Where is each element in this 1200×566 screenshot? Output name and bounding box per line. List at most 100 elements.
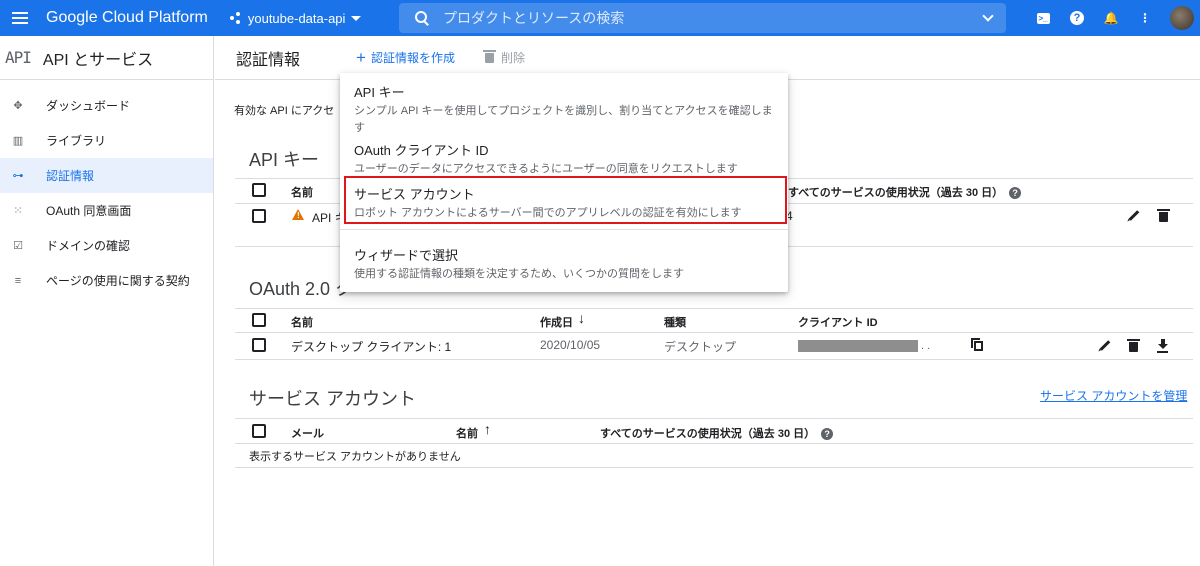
- row-checkbox[interactable]: [252, 338, 266, 352]
- menu-item-title: API キー: [354, 85, 405, 100]
- intro-text: 有効な API にアクセ: [234, 105, 335, 117]
- sidebar-item-credentials[interactable]: ⊶ 認証情報: [0, 158, 213, 193]
- sidebar-header: API API とサービス: [0, 36, 213, 80]
- col-created[interactable]: 作成日: [540, 314, 573, 330]
- trash-icon: [482, 49, 496, 63]
- library-icon: ▥: [12, 135, 24, 147]
- brand-title[interactable]: Google Cloud Platform: [46, 9, 208, 27]
- download-icon-base: [1157, 351, 1168, 353]
- sidebar-item-library[interactable]: ▥ ライブラリ: [0, 123, 213, 158]
- search-input[interactable]: [443, 10, 963, 26]
- menu-item-desc: 使用する認証情報の種類を決定するため、いくつかの質問をします: [354, 268, 684, 280]
- select-all-checkbox[interactable]: [252, 183, 266, 197]
- search-icon: [415, 11, 429, 25]
- col-usage: すべてのサービスの使用状況（過去 30 日）?: [788, 184, 1022, 200]
- divider: [235, 467, 1193, 468]
- edit-icon[interactable]: [1099, 340, 1111, 351]
- top-bar: Google Cloud Platform youtube-data-api >…: [0, 0, 1200, 36]
- sidebar-item-page-usage-agreements[interactable]: ≡ ページの使用に関する契約: [0, 263, 213, 298]
- menu-item-oauth-client-id[interactable]: OAuth クライアント ID ユーザーのデータにアクセスできるようにユーザーの…: [354, 140, 738, 178]
- sidebar-item-oauth-consent[interactable]: ⁙ OAuth 同意画面: [0, 193, 213, 228]
- avatar[interactable]: [1170, 6, 1194, 30]
- menu-item-api-key[interactable]: API キー シンプル API キーを使用してプロジェクトを識別し、割り当てとア…: [354, 82, 780, 137]
- help-icon[interactable]: ?: [1060, 0, 1094, 36]
- sidebar-item-domain-verification[interactable]: ☑ ドメインの確認: [0, 228, 213, 263]
- plus-icon: +: [356, 47, 366, 67]
- service-accounts-title: サービス アカウント: [249, 389, 417, 409]
- help-icon[interactable]: ?: [1009, 187, 1022, 200]
- col-usage-label: すべてのサービスの使用状況（過去 30 日）: [600, 428, 816, 440]
- notifications-icon[interactable]: 🔔: [1094, 0, 1128, 36]
- sidebar-item-label: ドメインの確認: [46, 239, 131, 253]
- oauth-client-name[interactable]: デスクトップ クライアント: 1: [291, 338, 451, 355]
- cloud-shell-icon[interactable]: >_: [1026, 0, 1060, 36]
- project-icon: [229, 12, 242, 24]
- search-bar[interactable]: [399, 3, 1006, 33]
- delete-icon[interactable]: [1157, 209, 1170, 222]
- more-vert-icon[interactable]: ⋮: [1128, 0, 1162, 36]
- col-type: 種類: [664, 317, 686, 329]
- divider: [235, 332, 1193, 333]
- empty-message: 表示するサービス アカウントがありません: [249, 451, 461, 463]
- checkbox-icon: ☑: [13, 240, 23, 252]
- project-name: youtube-data-api: [247, 10, 346, 26]
- menu-item-desc: シンプル API キーを使用してプロジェクトを識別し、割り当てとアクセスを確認し…: [354, 105, 773, 134]
- dashboard-icon: ✥: [13, 100, 23, 112]
- col-name: 名前: [291, 317, 313, 329]
- divider: [235, 418, 1193, 419]
- project-selector[interactable]: youtube-data-api: [229, 10, 362, 26]
- col-name[interactable]: 名前: [456, 425, 478, 441]
- oauth-type: デスクトップ: [664, 340, 737, 354]
- delete-icon[interactable]: [1127, 339, 1140, 352]
- col-name: 名前: [291, 187, 313, 199]
- help-icon[interactable]: ?: [821, 428, 834, 441]
- sidebar-item-label: ダッシュボード: [46, 99, 131, 113]
- col-email: メール: [291, 428, 324, 440]
- client-id-redacted: [798, 340, 918, 352]
- caret-down-icon: [351, 15, 362, 21]
- sort-down-icon[interactable]: ↓: [578, 310, 585, 326]
- chevron-down-icon[interactable]: [982, 10, 994, 22]
- delete-label: 削除: [500, 51, 525, 65]
- create-credentials-button[interactable]: + 認証情報を作成: [356, 49, 455, 66]
- edit-icon[interactable]: [1128, 210, 1140, 221]
- divider: [235, 308, 1193, 309]
- delete-button[interactable]: 削除: [482, 49, 525, 66]
- sidebar: API API とサービス ✥ ダッシュボード ▥ ライブラリ ⊶ 認証情報 ⁙…: [0, 36, 214, 566]
- oauth-title: OAuth 2.0 ク: [249, 279, 354, 299]
- col-usage: すべてのサービスの使用状況（過去 30 日）?: [600, 425, 834, 441]
- top-icons: >_ ? 🔔 ⋮: [1026, 0, 1200, 36]
- menu-item-title: OAuth クライアント ID: [354, 143, 489, 158]
- menu-item-title: ウィザードで選択: [354, 248, 459, 263]
- sidebar-item-label: ページの使用に関する契約: [46, 274, 190, 288]
- page-title: 認証情報: [236, 51, 301, 69]
- highlight-box: [344, 176, 787, 224]
- menu-item-wizard[interactable]: ウィザードで選択 使用する認証情報の種類を決定するため、いくつかの質問をします: [354, 245, 684, 283]
- divider: [235, 359, 1193, 360]
- consent-icon: ⁙: [13, 205, 23, 217]
- create-credentials-label: 認証情報を作成: [370, 51, 455, 65]
- settings-list-icon: ≡: [14, 274, 22, 287]
- manage-service-accounts-link[interactable]: サービス アカウントを管理: [1040, 387, 1187, 404]
- sidebar-item-label: 認証情報: [46, 169, 95, 183]
- sidebar-item-label: OAuth 同意画面: [46, 204, 132, 218]
- api-logo: API: [5, 48, 32, 67]
- oauth-created-date: 2020/10/05: [540, 338, 601, 352]
- sort-up-icon[interactable]: ↑: [484, 421, 491, 437]
- col-usage-label: すべてのサービスの使用状況（過去 30 日）: [788, 187, 1004, 199]
- menu-divider: [340, 229, 788, 230]
- api-keys-title: API キー: [249, 150, 320, 170]
- sidebar-item-dashboard[interactable]: ✥ ダッシュボード: [0, 88, 213, 123]
- select-all-checkbox[interactable]: [252, 424, 266, 438]
- warning-mark: !: [297, 211, 300, 220]
- sidebar-item-label: ライブラリ: [46, 134, 107, 148]
- menu-icon[interactable]: [2, 0, 38, 36]
- key-icon: ⊶: [12, 170, 24, 182]
- col-client-id: クライアント ID: [798, 317, 878, 329]
- row-checkbox[interactable]: [252, 209, 266, 223]
- sidebar-title: API とサービス: [42, 51, 154, 69]
- copy-icon[interactable]: [974, 341, 983, 351]
- divider: [235, 443, 1193, 444]
- select-all-checkbox[interactable]: [252, 313, 266, 327]
- download-icon[interactable]: [1157, 339, 1169, 351]
